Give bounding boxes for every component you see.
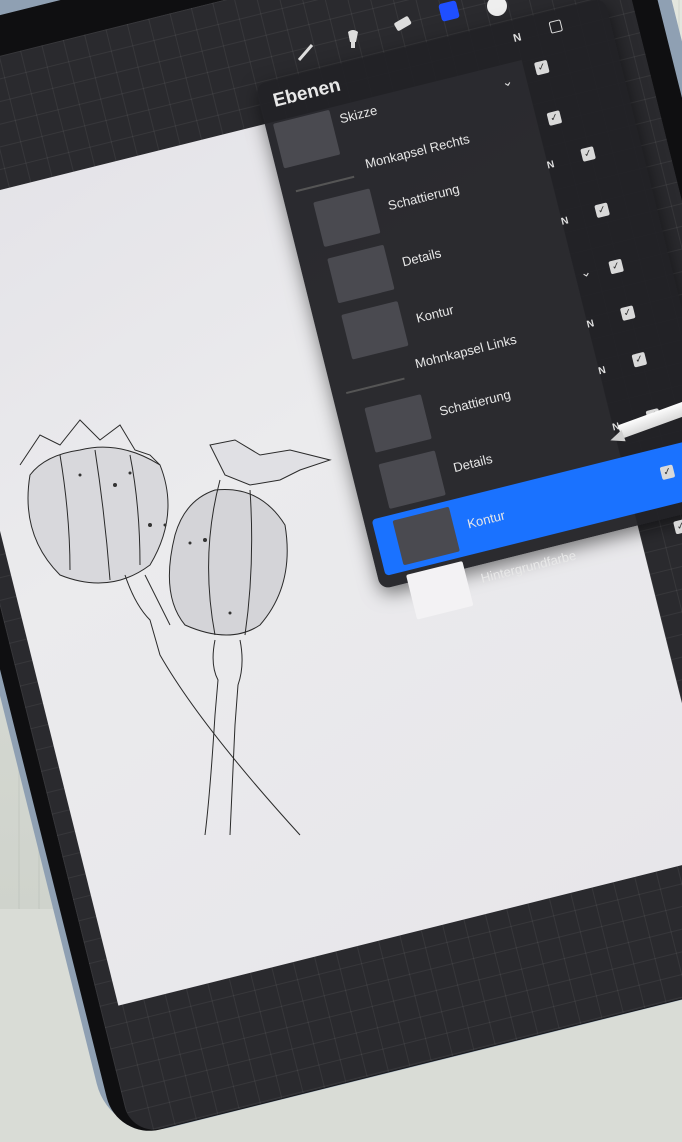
color-swatch[interactable]: [438, 0, 460, 22]
visibility-header-box[interactable]: [548, 19, 564, 34]
layer-name: Schattierung: [437, 386, 513, 419]
layer-name: Kontur: [465, 507, 507, 532]
visibility-checkbox[interactable]: ✓: [631, 351, 648, 368]
chevron-down-icon[interactable]: ⌄: [578, 263, 592, 281]
blend-mode[interactable]: N: [597, 365, 607, 377]
visibility-checkbox[interactable]: ✓: [546, 110, 563, 126]
group-divider: [345, 377, 405, 395]
visibility-checkbox[interactable]: ✓: [608, 258, 625, 275]
chevron-down-icon[interactable]: ⌄: [500, 73, 514, 91]
brush-icon[interactable]: [296, 42, 316, 68]
visibility-checkbox[interactable]: ✓: [580, 146, 596, 162]
blend-mode-header[interactable]: N: [512, 31, 523, 45]
visibility-checkbox[interactable]: ✓: [619, 305, 636, 321]
blend-mode[interactable]: N: [560, 215, 570, 227]
visibility-checkbox[interactable]: ✓: [659, 464, 676, 481]
layer-thumbnail: [392, 506, 460, 566]
layer-name: Schattierung: [386, 180, 461, 214]
layer-name: Skizze: [337, 102, 379, 127]
layer-name: Kontur: [414, 301, 456, 326]
eraser-icon[interactable]: [392, 14, 414, 40]
layer-thumbnail: [378, 450, 446, 510]
layer-name: Details: [451, 450, 494, 476]
visibility-checkbox[interactable]: ✓: [594, 202, 610, 219]
visibility-checkbox[interactable]: ✓: [673, 518, 682, 535]
layer-thumbnail: [327, 244, 395, 304]
smudge-icon[interactable]: [344, 28, 362, 56]
background-color-swatch: [406, 560, 474, 620]
layer-thumbnail: [364, 394, 432, 453]
layer-name: Hintergrundfarbe: [479, 547, 578, 586]
visibility-checkbox[interactable]: ✓: [533, 59, 550, 76]
layer-name: Details: [400, 245, 443, 270]
blend-mode[interactable]: N: [546, 159, 556, 171]
blend-mode[interactable]: N: [586, 318, 596, 330]
secondary-color-dot[interactable]: [487, 0, 507, 16]
group-name: Mohnkapsel Links: [413, 331, 519, 372]
poppy-sketch: [19, 419, 332, 836]
layer-thumbnail: [313, 188, 381, 248]
